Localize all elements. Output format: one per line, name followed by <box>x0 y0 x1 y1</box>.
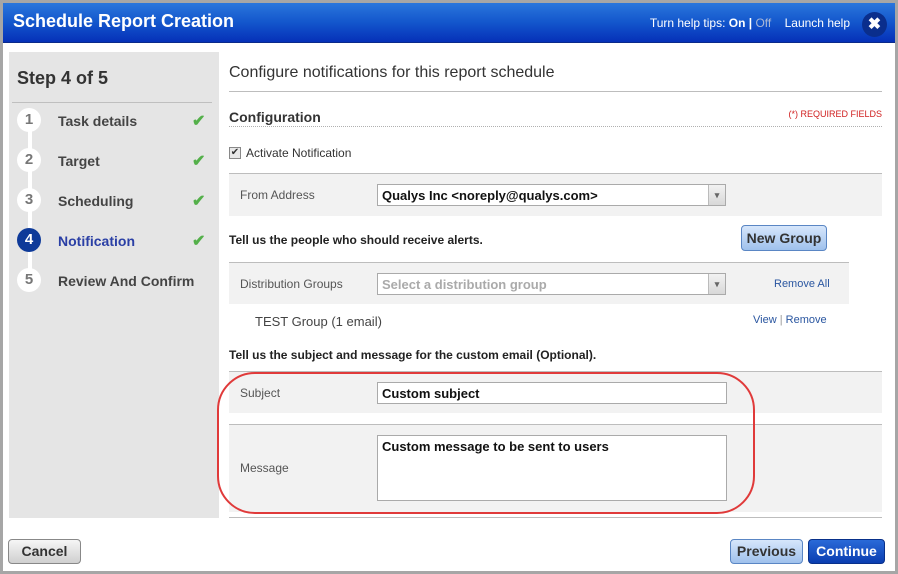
from-address-row: From Address Qualys Inc <noreply@qualys.… <box>229 173 882 216</box>
previous-button[interactable]: Previous <box>730 539 803 564</box>
from-address-value: Qualys Inc <noreply@qualys.com> <box>382 188 598 203</box>
activate-notification[interactable]: ✔ Activate Notification <box>229 146 351 160</box>
message-row: Message Custom message to be sent to use… <box>229 424 882 512</box>
page-heading: Configure notifications for this report … <box>229 64 555 81</box>
message-label: Message <box>240 461 289 475</box>
step-label: Target <box>58 153 100 169</box>
help-controls: Turn help tips: On | Off Launch help <box>650 16 850 30</box>
continue-button[interactable]: Continue <box>808 539 885 564</box>
title-bar: Schedule Report Creation Turn help tips:… <box>3 3 895 43</box>
group-actions-separator: | <box>779 314 783 326</box>
distribution-groups-row: Distribution Groups Select a distributio… <box>229 262 849 304</box>
remove-group-link[interactable]: Remove <box>786 314 827 326</box>
view-group-link[interactable]: View <box>753 314 777 326</box>
step-label: Task details <box>58 113 138 129</box>
step-label: Scheduling <box>58 193 134 209</box>
wizard-step-task-details[interactable]: 1 Task details ✔ <box>17 108 217 134</box>
wizard-sidebar: Step 4 of 5 1 Task details ✔ 2 Target ✔ … <box>9 52 219 518</box>
custom-email-instruction: Tell us the subject and message for the … <box>229 348 597 362</box>
from-address-label: From Address <box>240 188 315 202</box>
cancel-button[interactable]: Cancel <box>8 539 81 564</box>
chevron-down-icon[interactable]: ▾ <box>708 274 725 294</box>
activate-notification-label: Activate Notification <box>246 146 352 160</box>
wizard-step-target[interactable]: 2 Target ✔ <box>17 148 217 174</box>
bottom-divider <box>229 517 882 518</box>
wizard-step-scheduling[interactable]: 3 Scheduling ✔ <box>17 188 217 214</box>
remove-all-link[interactable]: Remove All <box>774 278 830 290</box>
step-number: 4 <box>17 228 41 252</box>
step-number: 1 <box>17 108 41 132</box>
section-title: Configuration <box>229 109 321 125</box>
heading-divider <box>229 91 882 92</box>
help-tips-separator: | <box>748 16 753 30</box>
check-icon: ✔ <box>192 153 206 170</box>
step-label: Review And Confirm <box>58 273 195 289</box>
subject-input[interactable]: Custom subject <box>377 382 727 404</box>
help-tips-label: Turn help tips: <box>649 16 726 30</box>
distribution-group-select[interactable]: Select a distribution group ▾ <box>377 273 726 295</box>
check-icon: ✔ <box>192 193 206 210</box>
recipients-instruction: Tell us the people who should receive al… <box>229 233 483 247</box>
launch-help-link[interactable]: Launch help <box>785 16 850 30</box>
check-icon: ✔ <box>192 113 206 130</box>
distribution-group-placeholder: Select a distribution group <box>382 277 547 292</box>
help-tips-off[interactable]: Off <box>755 16 771 30</box>
wizard-step-notification[interactable]: 4 Notification ✔ <box>17 228 217 254</box>
step-number: 5 <box>17 268 41 292</box>
distribution-groups-label: Distribution Groups <box>240 277 343 291</box>
message-textarea[interactable]: Custom message to be sent to users <box>377 435 727 501</box>
subject-row: Subject Custom subject <box>229 371 882 413</box>
subject-label: Subject <box>240 386 281 400</box>
step-number: 3 <box>17 188 41 212</box>
from-address-select[interactable]: Qualys Inc <noreply@qualys.com> ▾ <box>377 184 726 206</box>
new-group-button[interactable]: New Group <box>741 225 827 251</box>
selected-group-name: TEST Group (1 email) <box>255 314 382 329</box>
step-counter: Step 4 of 5 <box>17 68 109 88</box>
required-fields-note: (*) REQUIRED FIELDS <box>788 109 882 119</box>
check-icon: ✔ <box>192 233 206 250</box>
help-tips-on[interactable]: On <box>729 16 746 30</box>
close-icon[interactable]: ✖ <box>862 12 887 37</box>
sidebar-divider <box>12 102 212 103</box>
dialog-title: Schedule Report Creation <box>13 11 235 31</box>
section-divider <box>229 126 882 127</box>
activate-notification-checkbox[interactable]: ✔ <box>229 147 241 159</box>
step-number: 2 <box>17 148 41 172</box>
step-label: Notification <box>58 233 135 249</box>
wizard-step-review-and-confirm[interactable]: 5 Review And Confirm <box>17 268 217 294</box>
selected-group-actions: View | Remove <box>753 314 827 326</box>
chevron-down-icon[interactable]: ▾ <box>708 185 725 205</box>
